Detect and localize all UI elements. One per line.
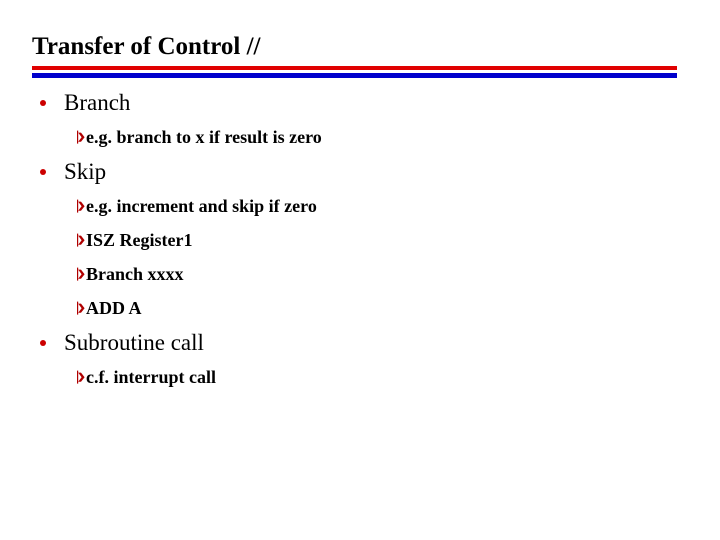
list-item-label: c.f. interrupt call — [86, 367, 216, 387]
slide-canvas: Transfer of Control // Branch e.g. branc… — [0, 0, 720, 540]
title-divider-red-rule — [32, 66, 677, 70]
page-title: Transfer of Control // — [32, 33, 261, 60]
list-item: Branch — [0, 85, 720, 120]
list-item: c.f. interrupt call — [0, 360, 720, 394]
list-item-label: e.g. branch to x if result is zero — [86, 127, 322, 147]
list-item-label: Branch xxxx — [86, 264, 184, 284]
arrow-bullet-icon — [68, 265, 86, 283]
arrow-bullet-icon — [68, 197, 86, 215]
list-item: e.g. branch to x if result is zero — [0, 120, 720, 154]
round-bullet-icon — [40, 168, 46, 175]
slide-body: Branch e.g. branch to x if result is zer… — [0, 85, 720, 394]
list-item: e.g. increment and skip if zero — [0, 189, 720, 223]
list-item-label: ISZ Register1 — [86, 230, 193, 250]
list-item-label: Skip — [64, 158, 107, 184]
arrow-bullet-icon — [68, 299, 86, 317]
list-item-label: e.g. increment and skip if zero — [86, 196, 317, 216]
round-bullet-icon — [40, 339, 46, 346]
list-item-label: Branch — [64, 89, 131, 115]
list-item-label: Subroutine call — [64, 329, 204, 355]
list-item: ISZ Register1 — [0, 223, 720, 257]
list-item: ADD A — [0, 291, 720, 325]
arrow-bullet-icon — [68, 231, 86, 249]
round-bullet-icon — [40, 99, 46, 106]
title-divider-blue-rule — [32, 73, 677, 78]
arrow-bullet-icon — [68, 368, 86, 386]
list-item: Skip — [0, 154, 720, 189]
slide-title-block: Transfer of Control // — [32, 32, 678, 62]
list-item-label: ADD A — [86, 298, 142, 318]
list-item: Branch xxxx — [0, 257, 720, 291]
arrow-bullet-icon — [68, 128, 86, 146]
list-item: Subroutine call — [0, 325, 720, 360]
